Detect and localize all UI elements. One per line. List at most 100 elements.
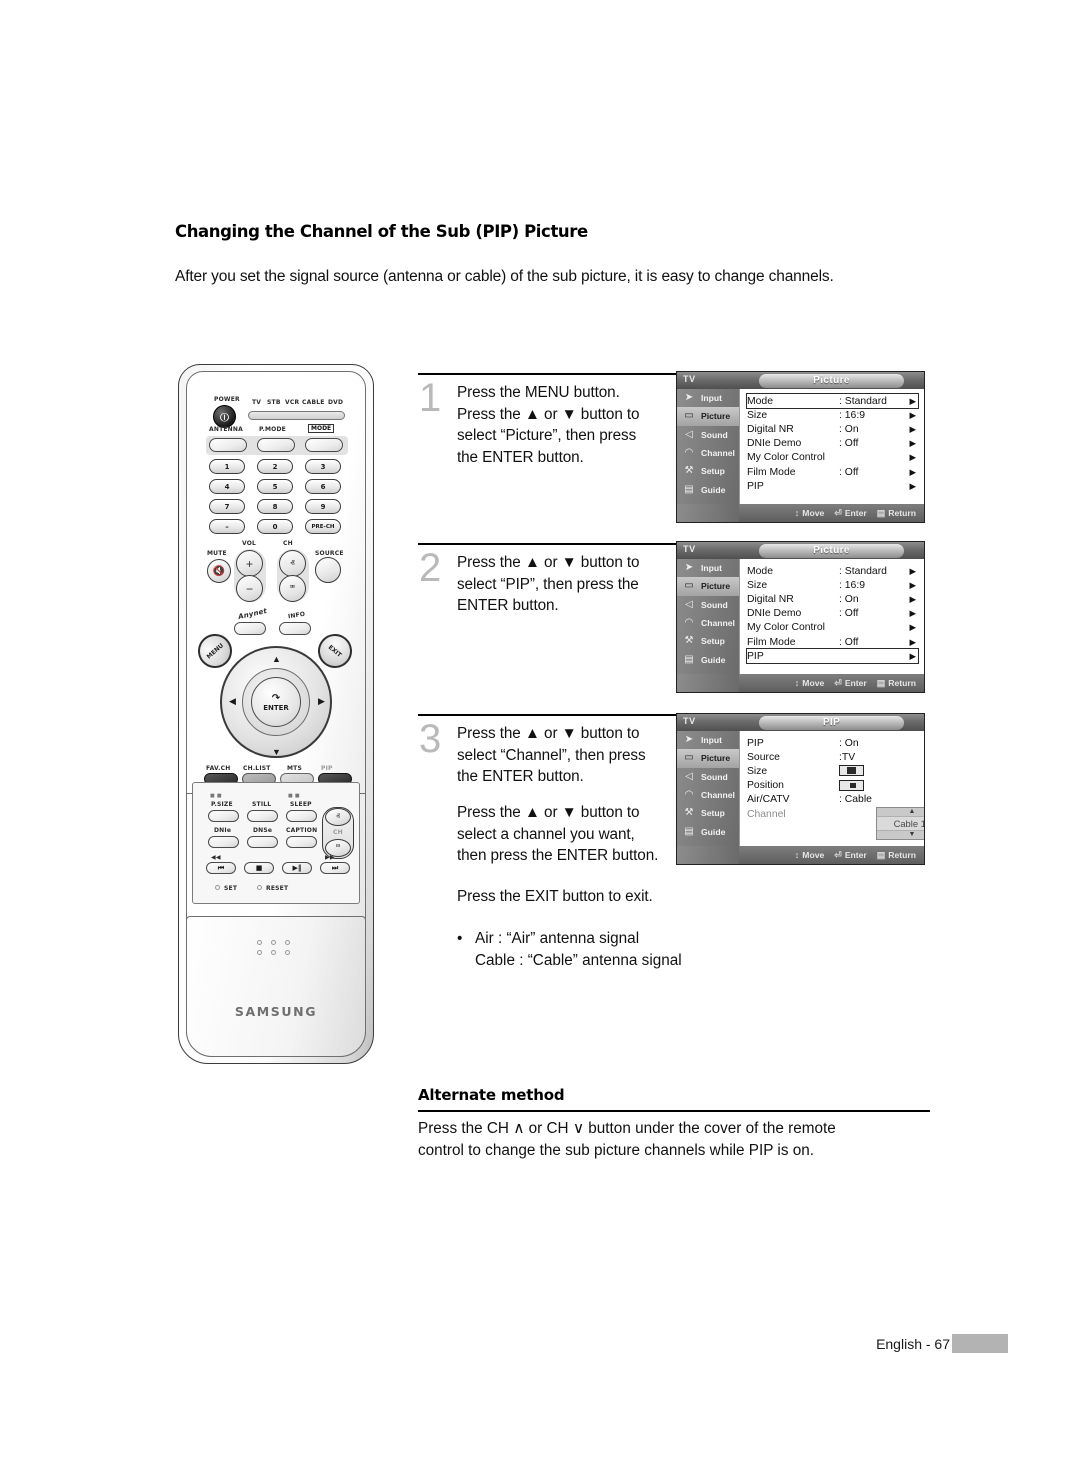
osd-row-pip[interactable]: PIP: On [747, 736, 918, 750]
pmode-button[interactable] [257, 438, 295, 452]
anynet-button[interactable] [234, 622, 266, 635]
osd-row-film-mode[interactable]: Film Mode: Off ▶ [747, 465, 918, 479]
osd-row-arrow-icon[interactable]: ▶ [909, 396, 916, 407]
num-0-button[interactable]: 0 [257, 519, 293, 534]
osd-sidebar-item-sound[interactable]: ◁ Sound [677, 426, 739, 444]
channel-down-button[interactable]: ⱎ [279, 575, 306, 602]
bullet-icon: • [457, 930, 463, 947]
osd-sidebar-item-picture[interactable]: ▭ Picture [677, 749, 739, 768]
osd-sidebar-item-picture[interactable]: ▭ Picture [677, 407, 739, 426]
channel-up-button[interactable]: ⱏ [279, 550, 306, 577]
osd-row-arrow-icon[interactable]: ▶ [909, 467, 916, 478]
osd-row-label: Source [747, 751, 780, 763]
osd1-sidebar: ➤ Input ▭ Picture ◁ Sound ◠ Channel ⚒ Setup ▤ Guide [677, 389, 739, 522]
osd-sidebar-item-input[interactable]: ➤ Input [677, 389, 739, 407]
osd-row-my-color-control[interactable]: My Color Control ▶ [747, 621, 918, 635]
osd-row-my-color-control[interactable]: My Color Control ▶ [747, 451, 918, 465]
osd-sidebar-item-setup[interactable]: ⚒ Setup [677, 462, 739, 480]
osd-row-dnie-demo[interactable]: DNIe Demo: Off ▶ [747, 607, 918, 621]
channel-selector-popup[interactable]: ▲ Cable 11 ▼ [876, 807, 924, 840]
osd-row-mode[interactable]: Mode: Standard ▶ [747, 564, 918, 578]
osd-sidebar-item-channel[interactable]: ◠ Channel [677, 786, 739, 804]
num-3-button[interactable]: 3 [305, 459, 341, 474]
caption-label: CAPTION [286, 827, 318, 834]
stop-button[interactable]: ■ [244, 862, 274, 874]
source-button[interactable] [315, 557, 341, 583]
channel-popup-up-arrow[interactable]: ▲ [909, 808, 916, 816]
dnie-button[interactable] [208, 836, 239, 848]
osd-row-arrow-icon[interactable]: ▶ [909, 580, 916, 591]
osd-row-dnie-demo[interactable]: DNIe Demo: Off ▶ [747, 437, 918, 451]
p-size-button[interactable] [208, 810, 239, 822]
osd-sidebar-item-input[interactable]: ➤ Input [677, 731, 739, 749]
osd-sidebar-item-channel[interactable]: ◠ Channel [677, 614, 739, 632]
num-8-button[interactable]: 8 [257, 499, 293, 514]
osd-row-arrow-icon[interactable]: ▶ [909, 566, 916, 577]
osd-row-pip[interactable]: PIP ▶ [746, 648, 919, 665]
num-9-button[interactable]: 9 [305, 499, 341, 514]
num-5-button[interactable]: 5 [257, 479, 293, 494]
osd-row-digital-nr[interactable]: Digital NR: On ▶ [747, 592, 918, 606]
play-pause-button[interactable]: ▶‖ [282, 862, 312, 874]
mode-button[interactable] [305, 438, 343, 452]
osd-row-arrow-icon[interactable]: ▶ [909, 452, 916, 463]
num-4-button[interactable]: 4 [209, 479, 245, 494]
still-button[interactable] [247, 810, 278, 822]
osd-row-arrow-icon[interactable]: ▶ [909, 481, 916, 492]
osd-row-air-catv[interactable]: Air/CATV: Cable [747, 793, 918, 807]
dash-button[interactable]: – [209, 519, 245, 534]
osd-sidebar-item-setup[interactable]: ⚒ Setup [677, 804, 739, 822]
osd-row-arrow-icon[interactable]: ▶ [909, 637, 916, 648]
dpad-right-icon[interactable]: ▶ [318, 697, 325, 706]
osd-row-arrow-icon[interactable]: ▶ [909, 651, 916, 662]
prev-track-button[interactable]: ⏮ [206, 862, 236, 874]
osd-row-source[interactable]: Source:TV [747, 750, 918, 764]
osd-sidebar-item-guide[interactable]: ▤ Guide [677, 823, 739, 841]
enter-button[interactable]: ↷ ENTER [251, 677, 301, 727]
dnse-button[interactable] [247, 836, 278, 848]
mute-button[interactable]: 🔇 [207, 559, 231, 583]
osd-row-arrow-icon[interactable]: ▶ [909, 438, 916, 449]
num-7-button[interactable]: 7 [209, 499, 245, 514]
step-3-number: 3 [419, 717, 442, 761]
osd3-source-label: TV [683, 716, 696, 726]
next-track-button[interactable]: ⏭ [320, 862, 350, 874]
sleep-button[interactable] [286, 810, 317, 822]
power-button[interactable]: ⏼ [213, 405, 236, 428]
osd-sidebar-item-channel[interactable]: ◠ Channel [677, 444, 739, 462]
osd-row-arrow-icon[interactable]: ▶ [909, 410, 916, 421]
osd-sidebar-item-guide[interactable]: ▤ Guide [677, 481, 739, 499]
osd-row-digital-nr[interactable]: Digital NR: On ▶ [747, 422, 918, 436]
osd-sidebar-item-guide[interactable]: ▤ Guide [677, 651, 739, 669]
osd-row-size[interactable]: Size: 16:9 ▶ [747, 408, 918, 422]
antenna-button[interactable] [209, 438, 247, 452]
osd-row-arrow-icon[interactable]: ▶ [909, 594, 916, 605]
dpad-down-icon[interactable]: ▼ [272, 748, 281, 757]
volume-up-button[interactable]: + [236, 550, 263, 577]
num-2-button[interactable]: 2 [257, 459, 293, 474]
osd-row-size[interactable]: Size [747, 764, 918, 778]
info-button[interactable] [279, 622, 311, 635]
cover-channel-up-button[interactable]: ⱏ [325, 808, 351, 826]
osd-sidebar-item-sound[interactable]: ◁ Sound [677, 768, 739, 786]
num-6-button[interactable]: 6 [305, 479, 341, 494]
volume-down-button[interactable]: − [236, 575, 263, 602]
osd-sidebar-item-input[interactable]: ➤ Input [677, 559, 739, 577]
pre-ch-button[interactable]: PRE-CH [305, 519, 341, 534]
dpad-left-icon[interactable]: ◀ [229, 697, 236, 706]
osd-row-arrow-icon[interactable]: ▶ [909, 622, 916, 633]
num-1-button[interactable]: 1 [209, 459, 245, 474]
osd-row-position[interactable]: Position [747, 779, 918, 793]
osd-row-mode[interactable]: Mode: Standard ▶ [746, 392, 919, 410]
osd-row-pip[interactable]: PIP ▶ [747, 479, 918, 493]
osd-row-film-mode[interactable]: Film Mode: Off ▶ [747, 635, 918, 649]
osd-sidebar-item-picture[interactable]: ▭ Picture [677, 577, 739, 596]
osd-row-size[interactable]: Size: 16:9 ▶ [747, 578, 918, 592]
osd-sidebar-item-setup[interactable]: ⚒ Setup [677, 632, 739, 650]
caption-button[interactable] [286, 836, 317, 848]
dpad-up-icon[interactable]: ▲ [272, 655, 281, 664]
osd-row-arrow-icon[interactable]: ▶ [909, 608, 916, 619]
channel-popup-down-arrow[interactable]: ▼ [909, 831, 916, 839]
osd-row-arrow-icon[interactable]: ▶ [909, 424, 916, 435]
osd-sidebar-item-sound[interactable]: ◁ Sound [677, 596, 739, 614]
